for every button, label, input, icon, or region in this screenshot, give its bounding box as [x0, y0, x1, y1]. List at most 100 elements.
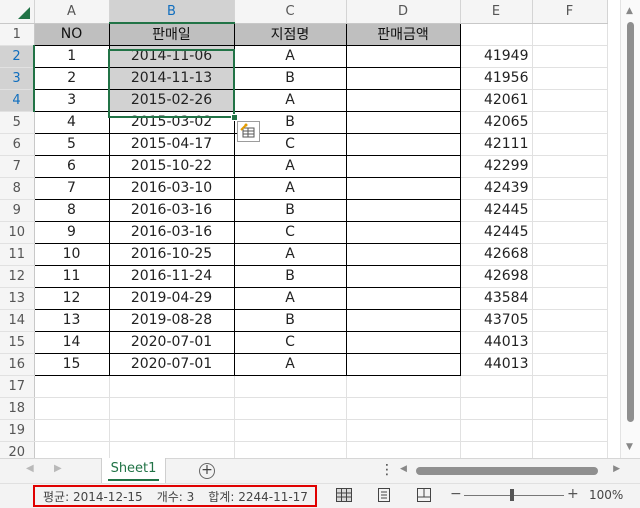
- horizontal-scrollbar[interactable]: ◀ ▶: [400, 461, 622, 481]
- scroll-right-icon[interactable]: ▶: [613, 464, 620, 474]
- selection-summary[interactable]: 평균: 2014-12-15 개수: 3 합계: 2244-11-17: [33, 485, 317, 507]
- sale-date-cell[interactable]: 2019-08-28: [108, 308, 235, 332]
- cell[interactable]: [34, 419, 110, 442]
- sale-date-cell[interactable]: 2015-04-17: [108, 132, 235, 156]
- vertical-scrollbar[interactable]: ▲ ▼: [620, 0, 640, 458]
- amount-cell[interactable]: [345, 264, 461, 288]
- sale-date-cell[interactable]: 2020-07-01: [108, 352, 235, 376]
- horizontal-scroll-thumb[interactable]: [416, 467, 598, 475]
- amount-cell[interactable]: [345, 66, 461, 90]
- sale-date-cell[interactable]: 2015-10-22: [108, 154, 235, 178]
- cell[interactable]: [34, 375, 110, 398]
- row-header[interactable]: 3: [0, 67, 35, 90]
- row-header[interactable]: 19: [0, 419, 35, 442]
- branch-cell[interactable]: B: [233, 264, 347, 288]
- serial-cell[interactable]: 42061: [460, 89, 533, 112]
- column-header-b[interactable]: B: [109, 0, 235, 24]
- serial-cell[interactable]: 42445: [460, 221, 533, 244]
- branch-cell[interactable]: C: [233, 330, 347, 354]
- cell[interactable]: [234, 419, 347, 442]
- row-header[interactable]: 17: [0, 375, 35, 398]
- cell[interactable]: [532, 419, 608, 442]
- sale-date-cell[interactable]: 2020-07-01: [108, 330, 235, 354]
- sale-date-cell[interactable]: 2016-11-24: [108, 264, 235, 288]
- no-cell[interactable]: 11: [33, 264, 110, 288]
- serial-cell[interactable]: 42445: [460, 199, 533, 222]
- sheet-tab-sheet1[interactable]: Sheet1: [101, 458, 166, 484]
- amount-cell[interactable]: [345, 330, 461, 354]
- scroll-up-icon[interactable]: ▲: [626, 6, 633, 16]
- zoom-slider[interactable]: [464, 495, 564, 496]
- page-break-view-icon[interactable]: [416, 488, 432, 502]
- no-cell[interactable]: 14: [33, 330, 110, 354]
- table-header-sale-date[interactable]: 판매일: [108, 22, 235, 46]
- cell[interactable]: [532, 23, 608, 46]
- branch-cell[interactable]: A: [233, 44, 347, 68]
- row-header[interactable]: 9: [0, 199, 35, 222]
- sale-date-cell[interactable]: 2016-10-25: [108, 242, 235, 266]
- cell[interactable]: [532, 155, 608, 178]
- branch-cell[interactable]: A: [233, 154, 347, 178]
- cell[interactable]: [109, 397, 235, 420]
- cell[interactable]: [460, 397, 533, 420]
- cell[interactable]: [532, 375, 608, 398]
- column-header-c[interactable]: C: [234, 0, 347, 24]
- row-header[interactable]: 5: [0, 111, 35, 134]
- cell[interactable]: [460, 23, 533, 46]
- no-cell[interactable]: 5: [33, 132, 110, 156]
- zoom-in-button[interactable]: +: [567, 486, 579, 502]
- amount-cell[interactable]: [345, 132, 461, 156]
- add-sheet-icon[interactable]: +: [199, 463, 215, 479]
- zoom-slider-thumb[interactable]: [510, 489, 514, 501]
- zoom-level[interactable]: 100%: [589, 488, 623, 502]
- cell[interactable]: [532, 45, 608, 68]
- sale-date-cell[interactable]: 2016-03-10: [108, 176, 235, 200]
- amount-cell[interactable]: [345, 154, 461, 178]
- row-header[interactable]: 6: [0, 133, 35, 156]
- amount-cell[interactable]: [345, 352, 461, 376]
- serial-cell[interactable]: 42668: [460, 243, 533, 266]
- branch-cell[interactable]: B: [233, 308, 347, 332]
- spreadsheet-grid[interactable]: A B C D E F 1 NO 판매일 지점명 판매금액 2 1 2014-1…: [0, 0, 608, 464]
- cell[interactable]: [532, 67, 608, 90]
- row-header[interactable]: 18: [0, 397, 35, 420]
- cell[interactable]: [234, 397, 347, 420]
- row-header[interactable]: 13: [0, 287, 35, 310]
- cell[interactable]: [234, 375, 347, 398]
- scroll-left-icon[interactable]: ◀: [400, 464, 407, 474]
- branch-cell[interactable]: A: [233, 242, 347, 266]
- no-cell[interactable]: 3: [33, 88, 110, 112]
- serial-cell[interactable]: 42065: [460, 111, 533, 134]
- no-cell[interactable]: 6: [33, 154, 110, 178]
- cell[interactable]: [532, 353, 608, 376]
- serial-cell[interactable]: 41949: [460, 45, 533, 68]
- sale-date-cell[interactable]: 2016-03-16: [108, 198, 235, 222]
- sale-date-cell[interactable]: 2014-11-06: [108, 44, 235, 68]
- cell[interactable]: [532, 199, 608, 222]
- row-header[interactable]: 10: [0, 221, 35, 244]
- serial-cell[interactable]: 44013: [460, 353, 533, 376]
- serial-cell[interactable]: 41956: [460, 67, 533, 90]
- row-header[interactable]: 14: [0, 309, 35, 332]
- branch-cell[interactable]: B: [233, 66, 347, 90]
- cell[interactable]: [532, 243, 608, 266]
- sale-date-cell[interactable]: 2014-11-13: [108, 66, 235, 90]
- cell[interactable]: [109, 375, 235, 398]
- row-header[interactable]: 15: [0, 331, 35, 354]
- row-header[interactable]: 2: [0, 45, 35, 68]
- cell[interactable]: [346, 375, 461, 398]
- row-header[interactable]: 11: [0, 243, 35, 266]
- page-layout-view-icon[interactable]: [376, 488, 392, 502]
- serial-cell[interactable]: 42111: [460, 133, 533, 156]
- row-header[interactable]: 1: [0, 23, 35, 46]
- no-cell[interactable]: 2: [33, 66, 110, 90]
- no-cell[interactable]: 9: [33, 220, 110, 244]
- no-cell[interactable]: 4: [33, 110, 110, 134]
- serial-cell[interactable]: 42299: [460, 155, 533, 178]
- column-header-f[interactable]: F: [532, 0, 608, 24]
- amount-cell[interactable]: [345, 88, 461, 112]
- scroll-down-icon[interactable]: ▼: [626, 442, 633, 452]
- branch-cell[interactable]: A: [233, 352, 347, 376]
- no-cell[interactable]: 12: [33, 286, 110, 310]
- cell[interactable]: [460, 375, 533, 398]
